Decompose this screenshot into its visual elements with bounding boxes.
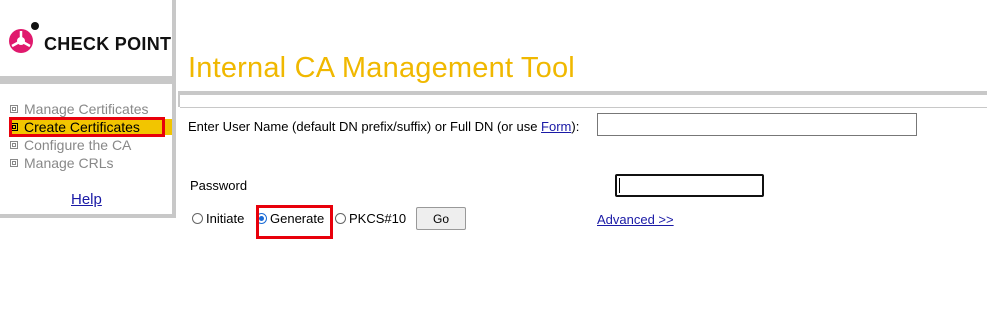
logo-text: CHECK POINT (44, 34, 172, 54)
dn-input[interactable] (597, 113, 917, 136)
sidebar-item-create-certificates[interactable]: Create Certificates (10, 119, 172, 135)
dn-label: Enter User Name (default DN prefix/suffi… (188, 119, 579, 134)
radio-label: PKCS#10 (349, 211, 407, 226)
radio-pkcs10[interactable]: PKCS#10 (335, 211, 406, 226)
go-button[interactable]: Go (416, 207, 466, 230)
radio-initiate[interactable]: Initiate (192, 211, 244, 226)
advanced-link[interactable]: Advanced >> (597, 212, 674, 227)
divider-edge (178, 95, 180, 107)
password-field[interactable] (615, 174, 764, 197)
password-label: Password (190, 178, 248, 193)
sidebar-item-label: Create Certificates (24, 119, 140, 135)
text-caret (619, 178, 620, 193)
sidebar-item-label: Manage Certificates (24, 101, 149, 117)
radio-button[interactable] (335, 213, 346, 224)
header-divider (178, 91, 987, 95)
help-link[interactable]: Help (71, 191, 102, 208)
radio-label: Initiate (206, 211, 245, 226)
content-divider (180, 107, 987, 108)
sidebar-item-configure-ca[interactable]: Configure the CA (10, 137, 131, 153)
dn-label-text: Enter User Name (default DN prefix/suffi… (188, 119, 542, 134)
form-link[interactable]: Form (541, 119, 571, 134)
bullet-icon (10, 123, 18, 131)
bullet-icon (10, 159, 18, 167)
sidebar-item-manage-crls[interactable]: Manage CRLs (10, 155, 114, 171)
radio-button-selected[interactable] (256, 213, 267, 224)
dn-label-suffix: ): (571, 119, 580, 134)
logo-panel: CHECK POINT (0, 0, 176, 80)
bullet-icon (10, 141, 18, 149)
sidebar-item-label: Manage CRLs (24, 155, 114, 171)
bullet-icon (10, 105, 18, 113)
radio-button[interactable] (192, 213, 203, 224)
page-title: Internal CA Management Tool (188, 52, 575, 84)
radio-label: Generate (270, 211, 325, 226)
radio-generate[interactable]: Generate (256, 211, 324, 226)
check-point-logo-icon (9, 22, 39, 53)
sidebar-item-manage-certificates[interactable]: Manage Certificates (10, 101, 149, 117)
sidebar-item-label: Configure the CA (24, 137, 132, 153)
